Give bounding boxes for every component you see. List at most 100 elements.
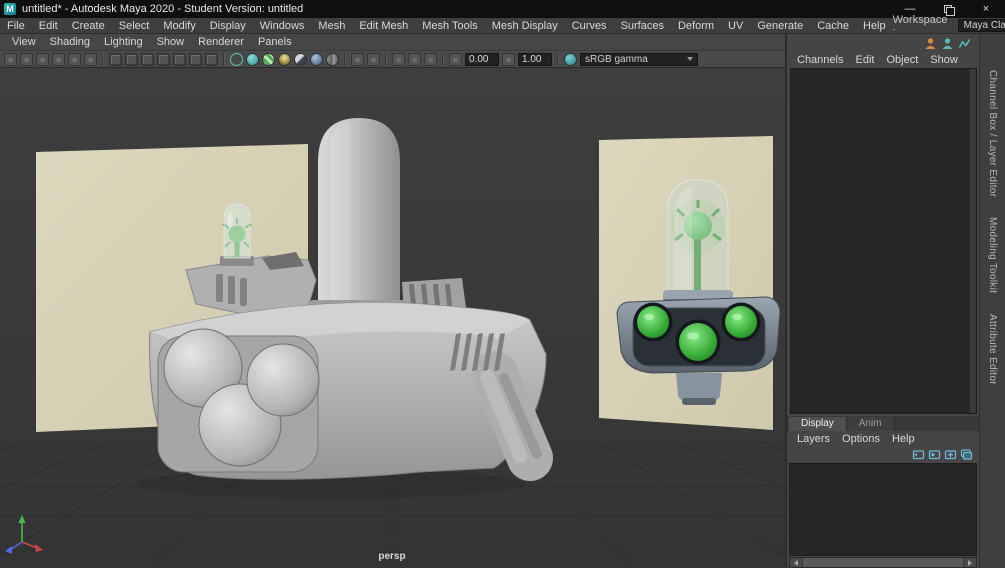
menu-item-create[interactable]: Create [65, 20, 112, 32]
panel-menu-shading[interactable]: Shading [43, 36, 97, 48]
camera-attributes-icon[interactable] [36, 52, 49, 66]
film-gate-icon[interactable] [125, 52, 138, 66]
camera-label: persp [378, 551, 405, 562]
2d-pan-zoom-icon[interactable] [84, 52, 97, 66]
depth-of-field-icon[interactable] [367, 52, 380, 66]
grid-icon[interactable] [109, 52, 122, 66]
menu-item-mesh[interactable]: Mesh [311, 20, 352, 32]
menu-item-mesh-display[interactable]: Mesh Display [485, 20, 565, 32]
panel-menu-view[interactable]: View [5, 36, 43, 48]
motion-blur-icon[interactable] [326, 52, 339, 66]
channels-object-menu[interactable]: Object [880, 54, 924, 66]
view-transform-icon[interactable] [564, 52, 577, 66]
lights-icon[interactable] [278, 52, 291, 66]
shadows-icon[interactable] [294, 52, 307, 66]
scroll-left-icon[interactable] [790, 558, 802, 567]
layer-editor-tabs: Display Anim [787, 416, 979, 431]
channel-box-list [790, 68, 977, 414]
menu-item-mesh-tools[interactable]: Mesh Tools [415, 20, 484, 32]
menu-item-uv[interactable]: UV [721, 20, 750, 32]
tab-anim[interactable]: Anim [846, 417, 895, 431]
main-menu-bar: File Edit Create Select Modify Display W… [0, 14, 1005, 38]
layers-options-menu[interactable]: Options [836, 433, 886, 445]
resolution-gate-icon[interactable] [141, 52, 154, 66]
toolbar-separator [102, 52, 104, 66]
panel-menu-bar: View Shading Lighting Show Renderer Pane… [0, 34, 785, 51]
scrollbar-thumb[interactable] [803, 558, 963, 567]
menu-item-file[interactable]: File [0, 20, 32, 32]
workspace-dropdown[interactable]: Maya Classic* [957, 19, 1005, 32]
viewport-scene[interactable]: persp [0, 68, 785, 568]
character-icon[interactable] [924, 37, 937, 50]
wireframe-icon[interactable] [230, 52, 243, 66]
exposure-field[interactable] [465, 52, 499, 66]
gamma-field[interactable] [518, 52, 552, 66]
title-bar: M untitled* - Autodesk Maya 2020 - Stude… [0, 0, 1005, 18]
panel-menu-panels[interactable]: Panels [251, 36, 299, 48]
textured-icon[interactable] [262, 52, 275, 66]
view-transform-dropdown[interactable]: sRGB gamma [580, 52, 698, 66]
new-empty-layer-icon[interactable] [912, 448, 925, 461]
gamma-icon[interactable] [502, 52, 515, 66]
sidebar-tab-strip: Channel Box / Layer Editor Modeling Tool… [979, 34, 1005, 568]
channels-menu[interactable]: Channels [791, 54, 849, 66]
new-layer-from-selected-icon[interactable] [928, 448, 941, 461]
select-camera-icon[interactable] [4, 52, 17, 66]
sidebar-icon-row [787, 34, 979, 52]
exposure-icon[interactable] [449, 52, 462, 66]
layers-menu[interactable]: Layers [791, 433, 836, 445]
scroll-right-icon[interactable] [964, 558, 976, 567]
viewport-canvas[interactable]: persp [0, 68, 785, 568]
menu-item-generate[interactable]: Generate [750, 20, 810, 32]
menu-item-edit-mesh[interactable]: Edit Mesh [352, 20, 415, 32]
toolbar-separator [344, 52, 346, 66]
safe-action-icon[interactable] [189, 52, 202, 66]
lock-camera-icon[interactable] [20, 52, 33, 66]
menu-item-surfaces[interactable]: Surfaces [614, 20, 671, 32]
menu-item-curves[interactable]: Curves [565, 20, 614, 32]
menu-item-cache[interactable]: Cache [810, 20, 856, 32]
layers-help-menu[interactable]: Help [886, 433, 921, 445]
xray-icon[interactable] [408, 52, 421, 66]
menu-item-display[interactable]: Display [203, 20, 253, 32]
pose-icon[interactable] [941, 37, 954, 50]
layer-list [789, 463, 977, 556]
panel-menu-lighting[interactable]: Lighting [97, 36, 150, 48]
toolbar-separator [557, 52, 559, 66]
menu-item-windows[interactable]: Windows [253, 20, 312, 32]
menu-item-select[interactable]: Select [112, 20, 157, 32]
layer-scrollbar[interactable] [789, 557, 977, 568]
field-chart-icon[interactable] [173, 52, 186, 66]
tab-modeling-toolkit[interactable]: Modeling Toolkit [987, 217, 998, 293]
graph-editor-icon[interactable] [958, 37, 971, 50]
bookmark-icon[interactable] [52, 52, 65, 66]
channels-show-menu[interactable]: Show [924, 54, 964, 66]
chevron-down-icon [687, 57, 693, 61]
menu-item-edit[interactable]: Edit [32, 20, 65, 32]
restore-icon [944, 5, 955, 16]
isolate-select-icon[interactable] [392, 52, 405, 66]
safe-title-icon[interactable] [205, 52, 218, 66]
tab-display[interactable]: Display [789, 417, 847, 431]
layer-editor-menu-bar: Layers Options Help [787, 431, 979, 446]
layer-options-icon[interactable] [960, 448, 973, 461]
tab-channel-box-layer-editor[interactable]: Channel Box / Layer Editor [987, 70, 998, 197]
panel-menu-renderer[interactable]: Renderer [191, 36, 251, 48]
toolbar-separator [442, 52, 444, 66]
new-layer-icon[interactable] [944, 448, 957, 461]
panel-menu-show[interactable]: Show [150, 36, 192, 48]
ambient-occlusion-icon[interactable] [310, 52, 323, 66]
gate-mask-icon[interactable] [157, 52, 170, 66]
window-title: untitled* - Autodesk Maya 2020 - Student… [22, 3, 304, 15]
menu-item-modify[interactable]: Modify [156, 20, 202, 32]
toolbar-separator [385, 52, 387, 66]
menu-item-deform[interactable]: Deform [671, 20, 721, 32]
image-plane-icon[interactable] [68, 52, 81, 66]
multisample-antialias-icon[interactable] [351, 52, 364, 66]
menu-item-help[interactable]: Help [856, 20, 893, 32]
wireframe-on-shaded-icon[interactable] [424, 52, 437, 66]
channels-edit-menu[interactable]: Edit [849, 54, 880, 66]
tab-attribute-editor[interactable]: Attribute Editor [987, 314, 998, 385]
smooth-shade-icon[interactable] [246, 52, 259, 66]
channel-box-scrollbar[interactable] [969, 69, 976, 413]
